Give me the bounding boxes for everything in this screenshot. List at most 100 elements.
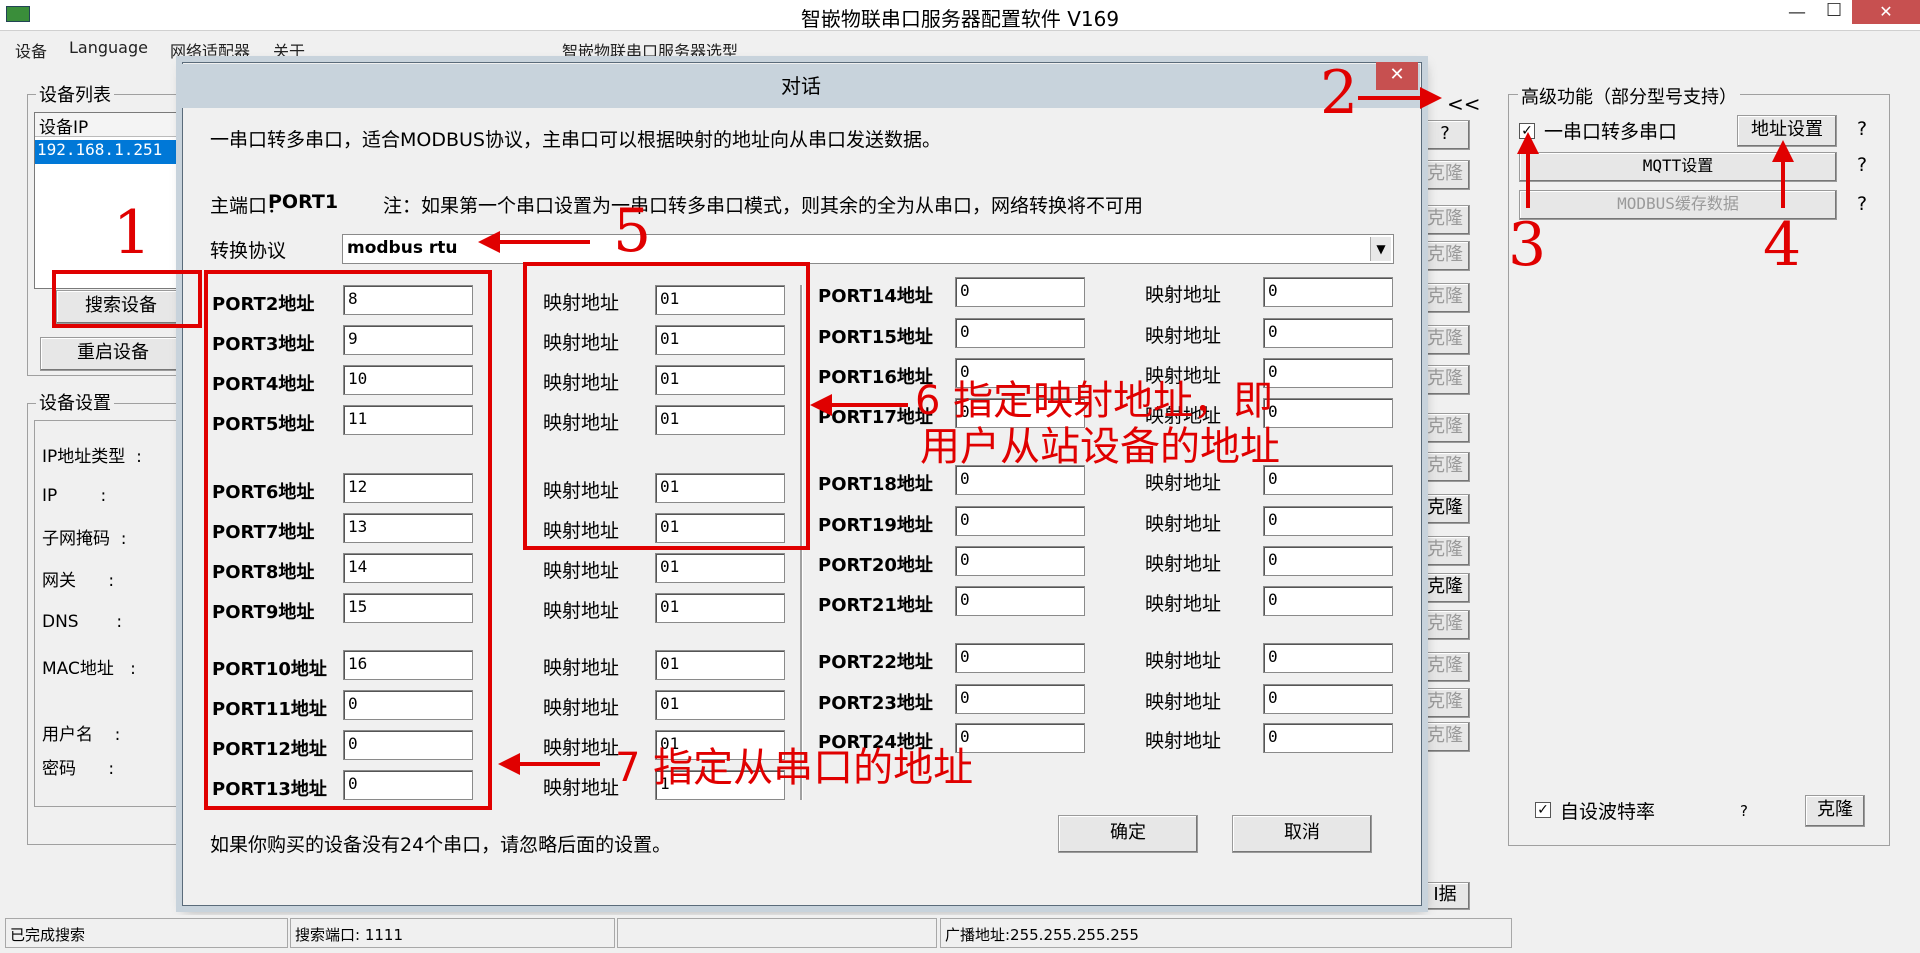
field-label-password: 密码 : <box>42 759 115 779</box>
dialog-title: 对话 <box>182 64 1420 108</box>
help-button[interactable]: ? <box>1420 120 1470 150</box>
field-label-mac: MAC地址 : <box>42 659 136 679</box>
clone-button[interactable]: 克隆 <box>1420 610 1470 640</box>
clone-button[interactable]: 克隆 <box>1420 536 1470 566</box>
collapse-button[interactable]: << <box>1447 92 1481 116</box>
data-button[interactable]: I据 <box>1420 882 1470 910</box>
map-address-input[interactable]: 0 <box>1263 723 1393 753</box>
dialog-close-icon[interactable]: ✕ <box>1376 62 1418 90</box>
footer-note: 如果你购买的设备没有24个串口，请忽略后面的设置。 <box>210 834 672 856</box>
port-address-input[interactable]: 0 <box>955 684 1085 714</box>
port-address-input[interactable]: 0 <box>955 546 1085 576</box>
help-icon[interactable]: ? <box>1740 802 1748 820</box>
arrow-head-icon <box>498 753 520 775</box>
port-label: PORT14地址 <box>818 286 933 307</box>
map-address-input[interactable]: 01 <box>655 690 785 720</box>
help-icon[interactable]: ? <box>1857 193 1867 215</box>
list-header[interactable]: 设备IP <box>35 113 183 138</box>
arrow-head-icon <box>1517 132 1539 154</box>
field-label-ip-type: IP地址类型 : <box>42 447 142 467</box>
auto-baud-label: 自设波特率 <box>1560 801 1656 823</box>
clone-button[interactable]: 克隆 <box>1420 722 1470 752</box>
clone-button[interactable]: 克隆 <box>1420 573 1470 603</box>
map-address-input[interactable]: 01 <box>655 553 785 583</box>
menu-model-selection[interactable]: 智嵌物联串口服务器选型 <box>562 38 738 62</box>
map-address-label: 映射地址 <box>1145 553 1222 575</box>
port-label: PORT22地址 <box>818 652 933 673</box>
annotation-number-2: 2 <box>1320 58 1359 128</box>
map-address-input[interactable]: 01 <box>655 593 785 623</box>
field-label-gateway: 网关 : <box>42 571 115 591</box>
chevron-down-icon[interactable]: ▼ <box>1370 237 1391 261</box>
clone-button[interactable]: 克隆 <box>1420 452 1470 482</box>
help-icon[interactable]: ? <box>1857 154 1867 176</box>
clone-button[interactable]: 克隆 <box>1420 160 1470 190</box>
clone-button[interactable]: 克隆 <box>1420 365 1470 395</box>
map-address-input[interactable]: 0 <box>1263 684 1393 714</box>
status-search-port: 搜索端口: 1111 <box>290 918 615 948</box>
menu-language[interactable]: Language <box>69 38 148 57</box>
clone-button[interactable]: 克隆 <box>1420 205 1470 235</box>
map-address-label: 映射地址 <box>543 657 620 679</box>
map-address-input[interactable]: 0 <box>1263 643 1393 673</box>
port-address-input[interactable]: 0 <box>955 643 1085 673</box>
map-address-input[interactable]: 0 <box>1263 398 1393 428</box>
menu-about[interactable]: 关于 <box>273 38 305 62</box>
clone-button[interactable]: 克隆 <box>1420 494 1470 524</box>
map-address-label: 映射地址 <box>1145 593 1222 615</box>
map-address-input[interactable]: 01 <box>655 650 785 680</box>
port-address-input[interactable]: 0 <box>955 586 1085 616</box>
maximize-icon[interactable]: ☐ <box>1826 0 1842 21</box>
clone-button[interactable]: 克隆 <box>1420 688 1470 718</box>
device-list[interactable] <box>34 112 186 289</box>
port-address-input[interactable]: 0 <box>955 277 1085 307</box>
map-address-input[interactable]: 0 <box>1263 506 1393 536</box>
port-address-input[interactable]: 0 <box>955 723 1085 753</box>
map-address-label: 映射地址 <box>543 600 620 622</box>
protocol-label: 转换协议 <box>210 240 287 262</box>
menu-network-adapter[interactable]: 网络适配器 <box>170 38 250 62</box>
map-address-input[interactable]: 0 <box>1263 465 1393 495</box>
clone-button[interactable]: 克隆 <box>1420 652 1470 682</box>
clone-button[interactable]: 克隆 <box>1420 241 1470 271</box>
map-address-label: 映射地址 <box>543 560 620 582</box>
port-address-input[interactable]: 0 <box>955 318 1085 348</box>
clone-button[interactable]: 克隆 <box>1805 795 1865 827</box>
arrow-head-icon <box>1420 87 1442 109</box>
map-address-label: 映射地址 <box>1145 284 1222 306</box>
port-label: PORT15地址 <box>818 327 933 348</box>
port-label: PORT19地址 <box>818 515 933 536</box>
clone-button[interactable]: 克隆 <box>1420 325 1470 355</box>
map-address-label: 映射地址 <box>543 737 620 759</box>
help-icon[interactable]: ? <box>1857 118 1867 140</box>
auto-baud-checkbox[interactable]: ✓ <box>1535 802 1551 818</box>
annotation-arrow <box>500 240 590 244</box>
close-icon[interactable]: ✕ <box>1852 0 1920 24</box>
ok-button[interactable]: 确定 <box>1058 815 1198 853</box>
annotation-text-7: 7 指定从串口的地址 <box>615 745 974 791</box>
annotation-number-1: 1 <box>113 198 152 268</box>
annotation-number-3: 3 <box>1508 210 1547 280</box>
map-address-label: 映射地址 <box>1145 650 1222 672</box>
minimize-icon[interactable]: — <box>1788 2 1806 23</box>
annotation-arrow <box>1781 160 1785 208</box>
annotation-arrow <box>1526 150 1530 208</box>
port-address-input[interactable]: 0 <box>955 506 1085 536</box>
clone-button[interactable]: 克隆 <box>1420 413 1470 443</box>
dialog-description: 一串口转多串口，适合MODBUS协议，主串口可以根据映射的地址向从串口发送数据。 <box>210 129 941 151</box>
map-address-input[interactable]: 0 <box>1263 546 1393 576</box>
map-address-label: 映射地址 <box>1145 691 1222 713</box>
annotation-box-search <box>52 270 202 328</box>
clone-button[interactable]: 克隆 <box>1420 283 1470 313</box>
list-item[interactable]: 192.168.1.251 <box>35 140 183 164</box>
map-address-input[interactable]: 0 <box>1263 586 1393 616</box>
map-address-input[interactable]: 0 <box>1263 358 1393 388</box>
map-address-input[interactable]: 0 <box>1263 277 1393 307</box>
annotation-arrow <box>1358 96 1424 100</box>
menu-device[interactable]: 设备 <box>15 38 47 62</box>
annotation-arrow <box>520 762 600 766</box>
restart-device-button[interactable]: 重启设备 <box>40 337 186 371</box>
map-address-input[interactable]: 0 <box>1263 318 1393 348</box>
cancel-button[interactable]: 取消 <box>1232 815 1372 853</box>
arrow-head-icon <box>810 394 832 416</box>
